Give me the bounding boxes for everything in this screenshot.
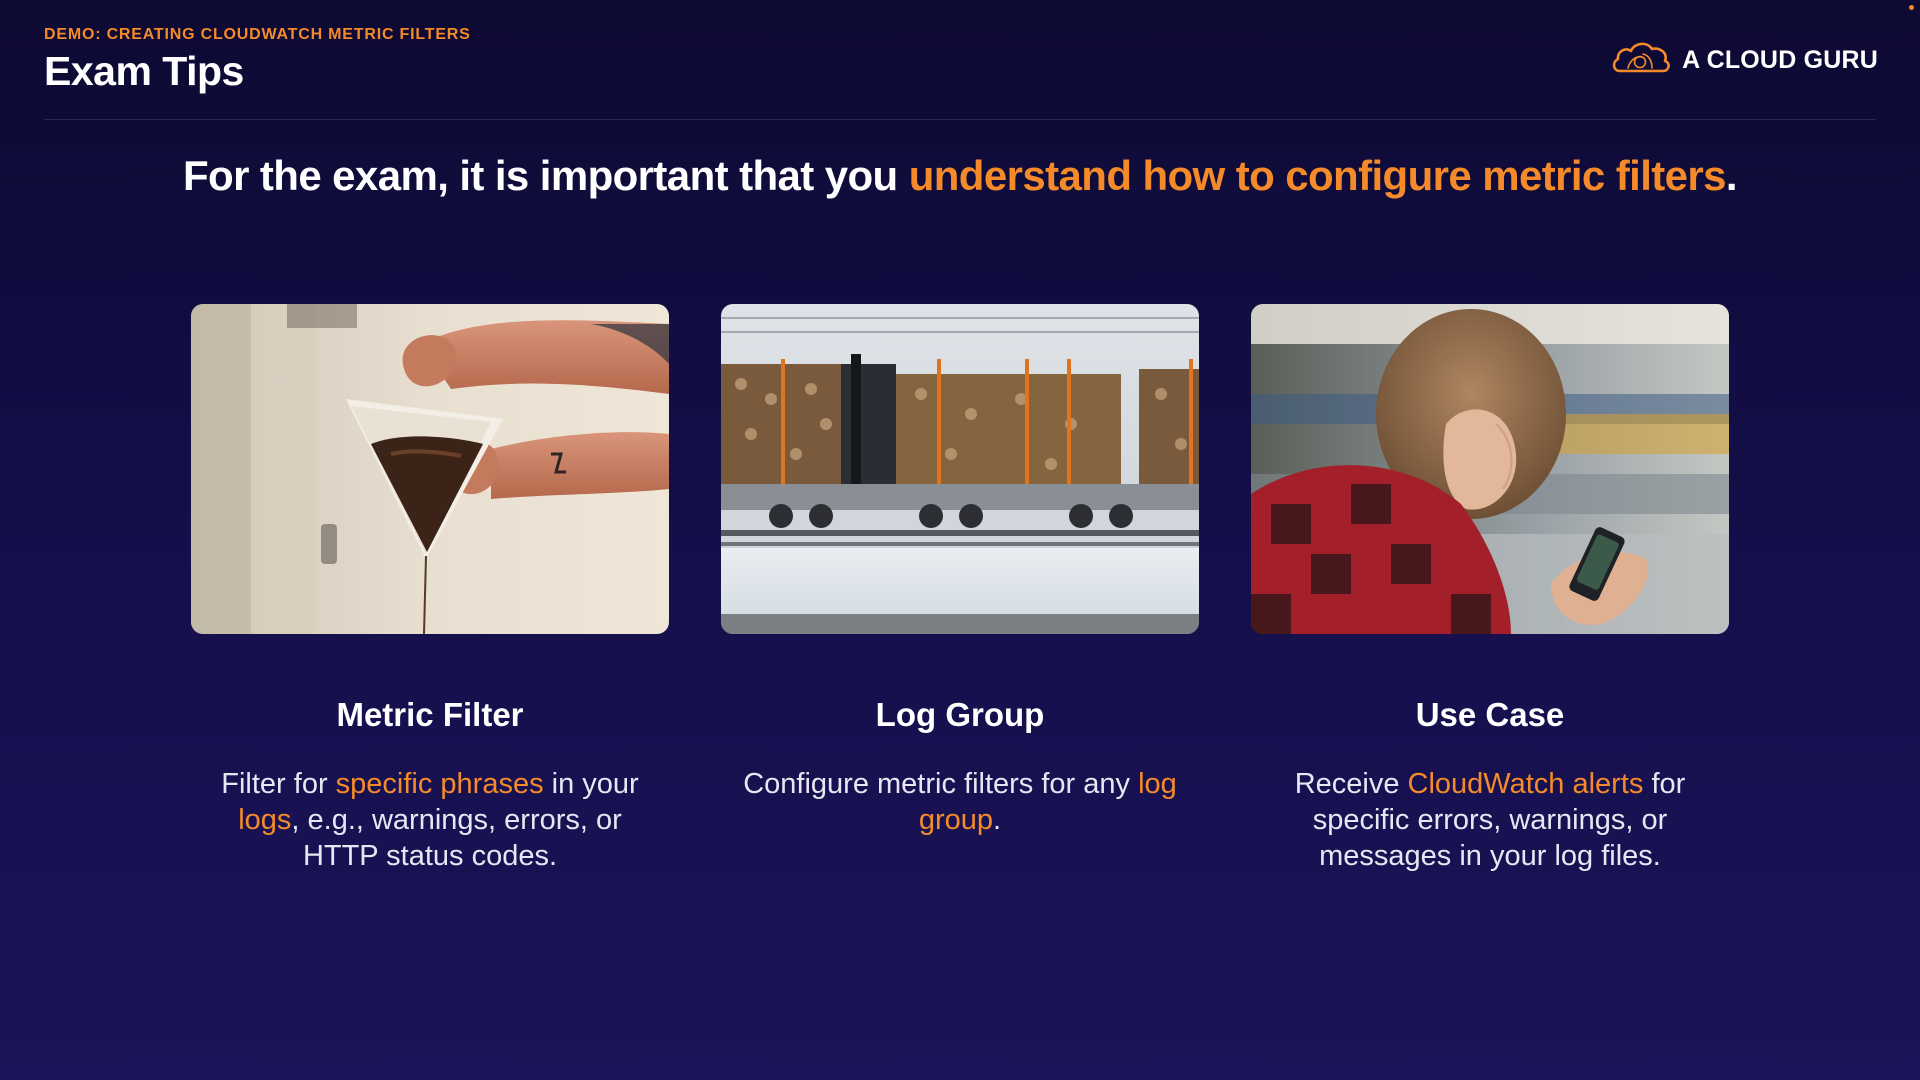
headline-highlight: understand how to configure metric filte… bbox=[908, 152, 1727, 199]
cloud-logo-icon bbox=[1610, 38, 1672, 83]
card-use-case: Use Case Receive CloudWatch alerts for s… bbox=[1251, 304, 1729, 874]
card-description: Configure metric filters for any log gro… bbox=[740, 766, 1180, 838]
card-description: Filter for specific phrases in your logs… bbox=[210, 766, 650, 874]
card-metric-filter: Metric Filter Filter for specific phrase… bbox=[191, 304, 669, 874]
slide-header: DEMO: CREATING CLOUDWATCH METRIC FILTERS… bbox=[44, 26, 471, 95]
desc-text: Filter for bbox=[221, 768, 336, 800]
brand-name: A CLOUD GURU bbox=[1682, 46, 1878, 74]
brand-logo: A CLOUD GURU bbox=[1610, 38, 1878, 83]
log-train-photo bbox=[721, 304, 1199, 634]
headline-period: . bbox=[1725, 152, 1738, 199]
woman-phone-photo bbox=[1251, 304, 1729, 634]
card-title: Log Group bbox=[875, 696, 1045, 733]
desc-text: , e.g., warnings, errors, or HTTP status… bbox=[291, 804, 622, 872]
header-divider bbox=[44, 119, 1876, 120]
card-log-group: Log Group Configure metric filters for a… bbox=[721, 304, 1199, 874]
desc-text: . bbox=[993, 804, 1002, 836]
card-title: Metric Filter bbox=[336, 696, 524, 733]
desc-text: in your bbox=[543, 768, 639, 800]
desc-text: Receive bbox=[1294, 768, 1408, 800]
coffee-filter-photo bbox=[191, 304, 669, 634]
desc-highlight: specific phrases bbox=[335, 768, 544, 800]
headline-text: For the exam, it is important that you bbox=[182, 152, 909, 199]
page-title: Exam Tips bbox=[44, 48, 244, 94]
status-dot bbox=[1909, 5, 1914, 10]
card-title: Use Case bbox=[1415, 696, 1565, 733]
headline: For the exam, it is important that you u… bbox=[0, 150, 1920, 201]
card-row: Metric Filter Filter for specific phrase… bbox=[191, 304, 1729, 874]
eyebrow-label: DEMO: CREATING CLOUDWATCH METRIC FILTERS bbox=[44, 26, 471, 43]
card-description: Receive CloudWatch alerts for specific e… bbox=[1270, 766, 1710, 874]
desc-text: Configure metric filters for any bbox=[743, 768, 1139, 800]
desc-highlight: CloudWatch alerts bbox=[1407, 768, 1644, 800]
desc-highlight: logs bbox=[238, 804, 292, 836]
